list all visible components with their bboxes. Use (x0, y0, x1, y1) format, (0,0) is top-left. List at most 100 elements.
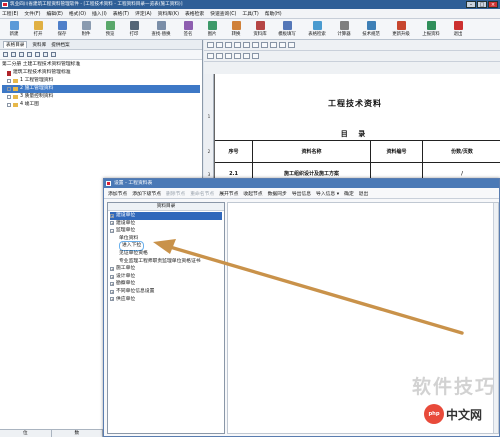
paste-icon[interactable] (243, 53, 250, 59)
copy-icon[interactable] (234, 53, 241, 59)
toolbar-button-label: 退出 (453, 32, 463, 37)
toolbar-button-save[interactable]: 保存 (51, 19, 73, 39)
back-icon[interactable] (3, 52, 8, 57)
ok-button[interactable]: 确定 (344, 190, 354, 197)
toolbar-button-attachment[interactable]: 附件 (75, 19, 97, 39)
toolbar-button-table-search[interactable]: 表格检索 (303, 19, 331, 39)
collapse-node-button[interactable]: 收起节点 (243, 190, 262, 197)
import-info-dropdown[interactable]: 导入信息 ▾ (316, 190, 339, 197)
rename-node-button[interactable]: 重命名节点 (190, 190, 214, 197)
expand-icon[interactable] (7, 87, 11, 91)
toolbar-button-open-folder[interactable]: 打开 (27, 19, 49, 39)
expand-icon[interactable] (7, 95, 11, 99)
toolbar-button-preview[interactable]: 预览 (99, 19, 121, 39)
toolbar-button-new-file[interactable]: 新建 (3, 19, 25, 39)
expand-icon[interactable]: + (110, 213, 114, 218)
export-info-button[interactable]: 导出信息 (292, 190, 311, 197)
menu-item[interactable]: 格式(O) (69, 10, 86, 17)
align-left-icon[interactable] (243, 42, 250, 48)
sync-data-button[interactable]: 数据同步 (268, 190, 287, 197)
exit-button[interactable]: 退出 (359, 190, 369, 197)
dialog-tree-item[interactable]: − 监理单位 (110, 227, 222, 235)
zoom-icon[interactable] (252, 53, 259, 59)
tab-table-catalog[interactable]: 表格目录 (3, 41, 28, 48)
cut-icon[interactable] (225, 53, 232, 59)
dialog-tree-item[interactable]: + 施工单位 (110, 265, 222, 273)
menu-item[interactable]: 插入(I) (92, 10, 107, 17)
tree-item[interactable]: 1 工程管理资料 (2, 77, 200, 85)
expand-icon[interactable]: + (110, 274, 114, 279)
expand-icon[interactable] (7, 103, 11, 107)
add-child-node-button[interactable]: 添加下级节点 (132, 190, 161, 197)
merge-icon[interactable] (270, 42, 277, 48)
toolbar-button-find-replace[interactable]: 查找·替换 (147, 19, 175, 39)
align-center-icon[interactable] (252, 42, 259, 48)
dialog-tree-item[interactable]: 专业监理工程师职责监理单位资格证书 (110, 258, 222, 266)
toolbar-button-exit[interactable]: 退出 (447, 19, 469, 39)
minimize-button[interactable]: – (466, 1, 476, 8)
toolbar-button-calculator[interactable]: 计算器 (333, 19, 355, 39)
settings-icon[interactable] (51, 52, 56, 57)
underline-icon[interactable] (234, 42, 241, 48)
expand-icon[interactable]: + (110, 266, 114, 271)
menu-item[interactable]: 表格(T) (113, 10, 129, 17)
expand-icon[interactable]: + (110, 221, 114, 226)
tree-root[interactable]: 第二分册 土建工程技术资料管理标准 (2, 61, 200, 69)
toolbar-button-standards[interactable]: 技术规范 (357, 19, 385, 39)
toolbar-button-database[interactable]: 资料库 (249, 19, 271, 39)
toolbar-button-picture[interactable]: 图片 (201, 19, 223, 39)
tab-database[interactable]: 资料库 (32, 42, 46, 48)
border-icon[interactable] (279, 42, 286, 48)
collapse-icon[interactable]: − (110, 228, 114, 233)
dialog-tree-item[interactable]: + 勘察单位 (110, 280, 222, 288)
undo-icon[interactable] (207, 53, 214, 59)
menu-item[interactable]: 快速查询(C) (210, 10, 236, 17)
menu-item[interactable]: 资料库(K) (158, 10, 179, 17)
toolbar-button-update[interactable]: 更新升级 (387, 19, 415, 39)
menu-item[interactable]: 编辑(E) (46, 10, 62, 17)
toolbar-button-upload[interactable]: 上报资料 (417, 19, 445, 39)
maximize-button[interactable]: □ (477, 1, 487, 8)
tree-item[interactable]: 3 质量控制资料 (2, 93, 200, 101)
expand-icon[interactable]: + (110, 282, 114, 287)
refresh-icon[interactable] (35, 52, 40, 57)
expand-node-button[interactable]: 展开节点 (219, 190, 238, 197)
delete-node-button[interactable]: 删除节点 (166, 190, 185, 197)
expand-icon[interactable]: + (110, 297, 114, 302)
italic-icon[interactable] (225, 42, 232, 48)
tab-archives[interactable]: 提供档案 (51, 42, 69, 48)
delete-icon[interactable] (27, 52, 32, 57)
color-icon[interactable] (288, 42, 295, 48)
tree-item[interactable]: 4 竣工图 (2, 101, 200, 109)
toolbar-button-convert[interactable]: 转换 (225, 19, 247, 39)
forward-icon[interactable] (11, 52, 16, 57)
menu-item[interactable]: 评定(A) (135, 10, 152, 17)
menu-item[interactable]: 表格检索 (185, 10, 204, 17)
toolbar-button-signature[interactable]: 签名 (177, 19, 199, 39)
search-icon[interactable] (43, 52, 48, 57)
dialog-tree-item[interactable]: + 设计单位 (110, 273, 222, 281)
menu-item[interactable]: 工程(E) (2, 10, 18, 17)
toolbar-button-template[interactable]: 模板填写 (273, 19, 301, 39)
dialog-tree-item[interactable]: + 不同单位信息设置 (110, 288, 222, 296)
add-icon[interactable] (19, 52, 24, 57)
redo-icon[interactable] (216, 53, 223, 59)
toolbar-button-print[interactable]: 打印 (123, 19, 145, 39)
dialog-tree-item[interactable]: 见证单位资格 (110, 250, 222, 258)
menu-item[interactable]: 帮助(H) (265, 10, 282, 17)
expand-icon[interactable]: + (110, 289, 114, 294)
bold-icon[interactable] (216, 42, 223, 48)
menu-item[interactable]: 文件(F) (24, 10, 40, 17)
expand-icon[interactable] (7, 79, 11, 83)
dialog-tree-item[interactable]: 进入下拉 (110, 241, 222, 251)
close-button[interactable]: × (488, 1, 498, 8)
dialog-tree-item[interactable]: + 供应单位 (110, 296, 222, 304)
align-right-icon[interactable] (261, 42, 268, 48)
dialog-tree-item[interactable]: + 建设单位 (110, 212, 222, 220)
dialog-tree-item[interactable]: + 建设单位 (110, 220, 222, 228)
font-icon[interactable] (207, 42, 214, 48)
tree-item[interactable]: 建筑工程技术资料管理标准 (2, 69, 200, 77)
add-node-button[interactable]: 添加节点 (108, 190, 127, 197)
tree-item-selected[interactable]: 2 施工管理资料 (2, 85, 200, 93)
menu-item[interactable]: 工具(T) (242, 10, 258, 17)
